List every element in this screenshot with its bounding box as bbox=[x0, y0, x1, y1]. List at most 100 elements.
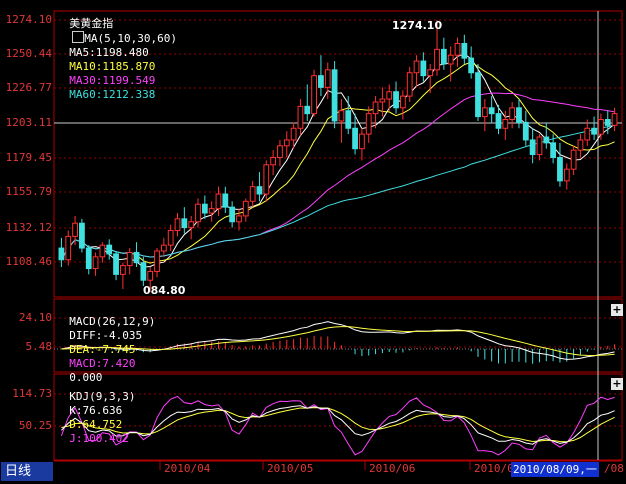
kdj-k: K:76.636 bbox=[69, 404, 123, 417]
candle-body bbox=[174, 218, 181, 232]
candle-body bbox=[113, 253, 119, 275]
candle-body bbox=[72, 222, 78, 237]
candle-body bbox=[557, 156, 563, 182]
candle-body bbox=[598, 118, 604, 135]
candle-body bbox=[454, 43, 461, 56]
candle-body bbox=[584, 127, 591, 141]
price-axis-label: 1132.12 bbox=[5, 221, 52, 234]
candle-body bbox=[147, 270, 154, 281]
kdj-j: J:100.402 bbox=[69, 432, 129, 445]
candle-body bbox=[461, 43, 468, 59]
candle-body bbox=[290, 127, 297, 141]
period-tab[interactable]: 日线 bbox=[1, 462, 53, 481]
candle-body bbox=[611, 113, 618, 126]
ma60-value: MA60:1212.338 bbox=[69, 88, 156, 101]
candle-body bbox=[324, 69, 331, 88]
candle-body bbox=[229, 206, 236, 223]
candle-body bbox=[406, 72, 413, 97]
kdj-k-line bbox=[61, 405, 615, 445]
candle-body bbox=[167, 230, 174, 246]
macd-params: MACD(26,12,9) bbox=[69, 315, 156, 328]
date-axis-label: 2010/05 bbox=[267, 462, 314, 475]
candle-body bbox=[447, 54, 454, 65]
macd-axis-label: 24.10 bbox=[18, 311, 52, 324]
candle-body bbox=[331, 69, 338, 122]
price-axis-label: 1203.11 bbox=[5, 116, 52, 129]
candle-body bbox=[181, 218, 188, 229]
ma-indicator-icon[interactable] bbox=[72, 31, 85, 43]
candle-body bbox=[345, 110, 352, 129]
candle-body bbox=[270, 156, 277, 166]
expand-kdj-button[interactable]: + bbox=[611, 378, 623, 390]
date-axis-tail: /08 bbox=[604, 462, 624, 475]
macd-value: MACD:7.420 bbox=[69, 357, 136, 370]
candle-body bbox=[249, 186, 256, 202]
date-axis-label: 2010/0 bbox=[474, 462, 514, 475]
macd-diff: DIFF:-4.035 bbox=[69, 329, 143, 342]
candle-body bbox=[119, 265, 126, 275]
candle-body bbox=[133, 251, 140, 264]
candle-body bbox=[140, 262, 147, 281]
candle-body bbox=[440, 48, 447, 65]
candle-body bbox=[434, 48, 440, 71]
candle-body bbox=[256, 186, 263, 195]
candle-body bbox=[318, 75, 324, 88]
date-axis-label: 2010/04 bbox=[164, 462, 211, 475]
candle-body bbox=[99, 244, 106, 258]
candle-body bbox=[297, 105, 304, 129]
candle-body bbox=[516, 107, 522, 123]
price-axis-label: 1179.45 bbox=[5, 151, 52, 164]
ma30-line bbox=[60, 92, 615, 261]
candle-body bbox=[311, 75, 317, 115]
macd-panel-header: MACD(26,12,9) DIFF:-4.035 DEA:-7.745 MAC… bbox=[56, 301, 155, 385]
candle-body bbox=[475, 72, 481, 118]
ma5-value: MA5:1198.480 bbox=[69, 46, 149, 59]
candle-body bbox=[160, 244, 167, 252]
candle-body bbox=[154, 250, 160, 272]
candle-body bbox=[591, 127, 597, 135]
candle-body bbox=[488, 107, 495, 115]
candle-body bbox=[393, 91, 399, 109]
candle-body bbox=[529, 139, 536, 156]
macd-axis-label: 5.48 bbox=[25, 340, 53, 353]
kdj-panel-header: KDJ(9,3,3) K:76.636 D:64.752 J:100.402 bbox=[56, 376, 135, 446]
candle-body bbox=[577, 139, 584, 151]
candle-body bbox=[58, 247, 65, 261]
candle-body bbox=[495, 113, 502, 129]
price-axis-label: 1274.10 bbox=[5, 13, 52, 26]
price-axis-label: 1108.46 bbox=[5, 255, 52, 268]
instrument-title: 美黄金指 bbox=[69, 17, 114, 30]
cursor-date-readout: 2010/08/09,一 bbox=[511, 462, 599, 477]
candle-body bbox=[481, 107, 488, 118]
candle-body bbox=[195, 203, 201, 223]
ma10-value: MA10:1185.870 bbox=[69, 60, 156, 73]
candle-body bbox=[126, 251, 133, 267]
candle-body bbox=[420, 60, 427, 77]
low-price-annotation: 084.80 bbox=[143, 284, 186, 297]
price-panel-header: 美黄金指 MA(5,10,30,60) MA5:1198.480 MA10:11… bbox=[56, 3, 177, 102]
candle-body bbox=[65, 235, 72, 261]
candle-body bbox=[222, 193, 229, 208]
high-price-annotation: 1274.10 bbox=[392, 19, 443, 32]
price-axis-label: 1250.44 bbox=[5, 47, 52, 60]
candle-body bbox=[201, 203, 208, 214]
ma-params: MA(5,10,30,60) bbox=[84, 32, 177, 45]
candle-body bbox=[92, 256, 99, 270]
candle-body bbox=[85, 247, 92, 270]
candle-body bbox=[283, 139, 290, 147]
candle-body bbox=[338, 110, 345, 122]
candle-body bbox=[399, 95, 406, 109]
expand-macd-button[interactable]: + bbox=[611, 304, 623, 316]
candle-body bbox=[413, 60, 420, 74]
date-axis-label: 2010/06 bbox=[369, 462, 416, 475]
macd-dea: DEA:-7.745 bbox=[69, 343, 136, 356]
candle-body bbox=[79, 222, 85, 249]
price-axis-label: 1226.77 bbox=[5, 81, 52, 94]
candle-body bbox=[106, 244, 113, 255]
candle-body bbox=[242, 200, 249, 217]
price-axis-label: 1155.79 bbox=[5, 185, 52, 198]
candle-body bbox=[359, 133, 365, 150]
kdj-d-line bbox=[61, 407, 615, 443]
candle-body bbox=[304, 105, 311, 115]
candle-body bbox=[502, 118, 509, 129]
